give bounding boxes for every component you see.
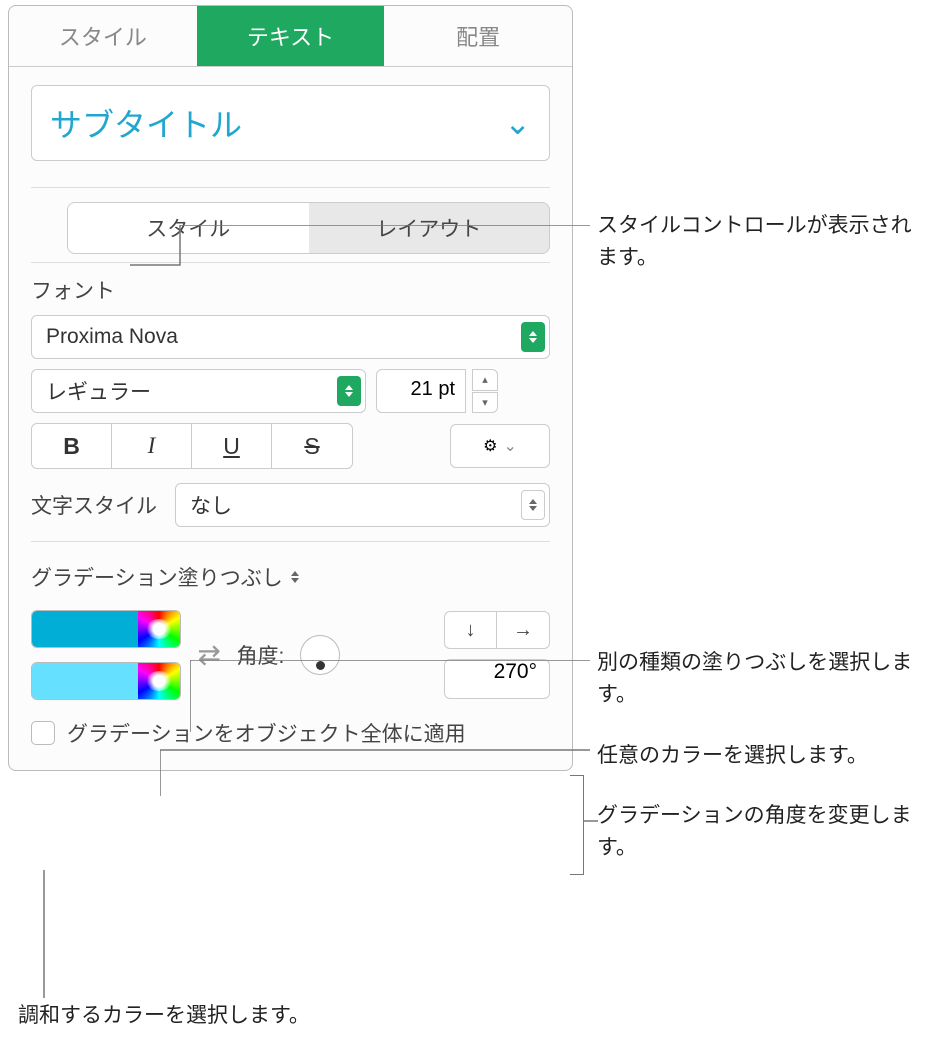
tab-style[interactable]: スタイル xyxy=(9,6,197,66)
char-style-label: 文字スタイル xyxy=(31,490,161,520)
paragraph-style-value: サブタイトル xyxy=(50,100,242,146)
color-wheel-icon[interactable] xyxy=(138,663,180,699)
italic-button[interactable]: I xyxy=(112,424,192,468)
char-style-select[interactable]: なし xyxy=(175,483,550,527)
color-well[interactable] xyxy=(32,611,138,647)
angle-right-button[interactable]: → xyxy=(497,612,549,648)
stepper-icon xyxy=(337,376,361,406)
angle-presets: ↓ → xyxy=(444,611,550,649)
font-size-stepper: ▴ ▾ xyxy=(472,369,498,413)
underline-button[interactable]: U xyxy=(192,424,272,468)
apply-whole-object-checkbox[interactable] xyxy=(31,721,55,745)
gear-icon: ⚙ xyxy=(483,436,497,456)
callout-text: グラデーションの角度を変更します。 xyxy=(597,800,931,863)
chevron-down-icon: ⌄ xyxy=(504,104,531,142)
callout-text: 調和するカラーを選択します。 xyxy=(18,1000,310,1032)
font-family-value: Proxima Nova xyxy=(46,325,178,349)
size-down-button[interactable]: ▾ xyxy=(472,392,498,414)
gradient-swatches xyxy=(31,610,181,700)
color-wheel-icon[interactable] xyxy=(138,611,180,647)
bold-button[interactable]: B xyxy=(32,424,112,468)
char-style-value: なし xyxy=(190,490,232,520)
font-weight-value: レギュラー xyxy=(46,376,151,406)
size-up-button[interactable]: ▴ xyxy=(472,369,498,391)
main-tabs: スタイル テキスト 配置 xyxy=(9,6,572,67)
tab-text[interactable]: テキスト xyxy=(197,6,385,66)
stepper-icon xyxy=(521,490,545,520)
paragraph-style-select[interactable]: サブタイトル ⌄ xyxy=(31,85,550,161)
font-label: フォント xyxy=(31,280,115,303)
font-weight-select[interactable]: レギュラー xyxy=(31,369,366,413)
gradient-color-2[interactable] xyxy=(31,662,181,700)
text-style-group: B I U S xyxy=(31,423,353,469)
strike-button[interactable]: S xyxy=(272,424,352,468)
inspector-panel: スタイル テキスト 配置 サブタイトル ⌄ スタイル レイアウト フォント Pr… xyxy=(8,5,573,771)
font-size-input[interactable]: 21 pt xyxy=(376,369,466,413)
advanced-options-button[interactable]: ⚙ ⌄ xyxy=(450,424,550,468)
callout-text: スタイルコントロールが表示されます。 xyxy=(597,210,931,273)
callout-text: 任意のカラーを選択します。 xyxy=(597,740,868,772)
fill-type-value: グラデーション塗りつぶし xyxy=(31,562,283,592)
stepper-icon xyxy=(521,322,545,352)
color-well[interactable] xyxy=(32,663,138,699)
font-family-select[interactable]: Proxima Nova xyxy=(31,315,550,359)
callout-text: 別の種類の塗りつぶしを選択します。 xyxy=(597,647,931,710)
tab-arrange[interactable]: 配置 xyxy=(384,6,572,66)
stepper-icon xyxy=(291,571,299,583)
angle-down-button[interactable]: ↓ xyxy=(445,612,497,648)
chevron-down-icon: ⌄ xyxy=(503,436,516,456)
gradient-color-1[interactable] xyxy=(31,610,181,648)
fill-type-menu[interactable]: グラデーション塗りつぶし xyxy=(31,562,299,592)
